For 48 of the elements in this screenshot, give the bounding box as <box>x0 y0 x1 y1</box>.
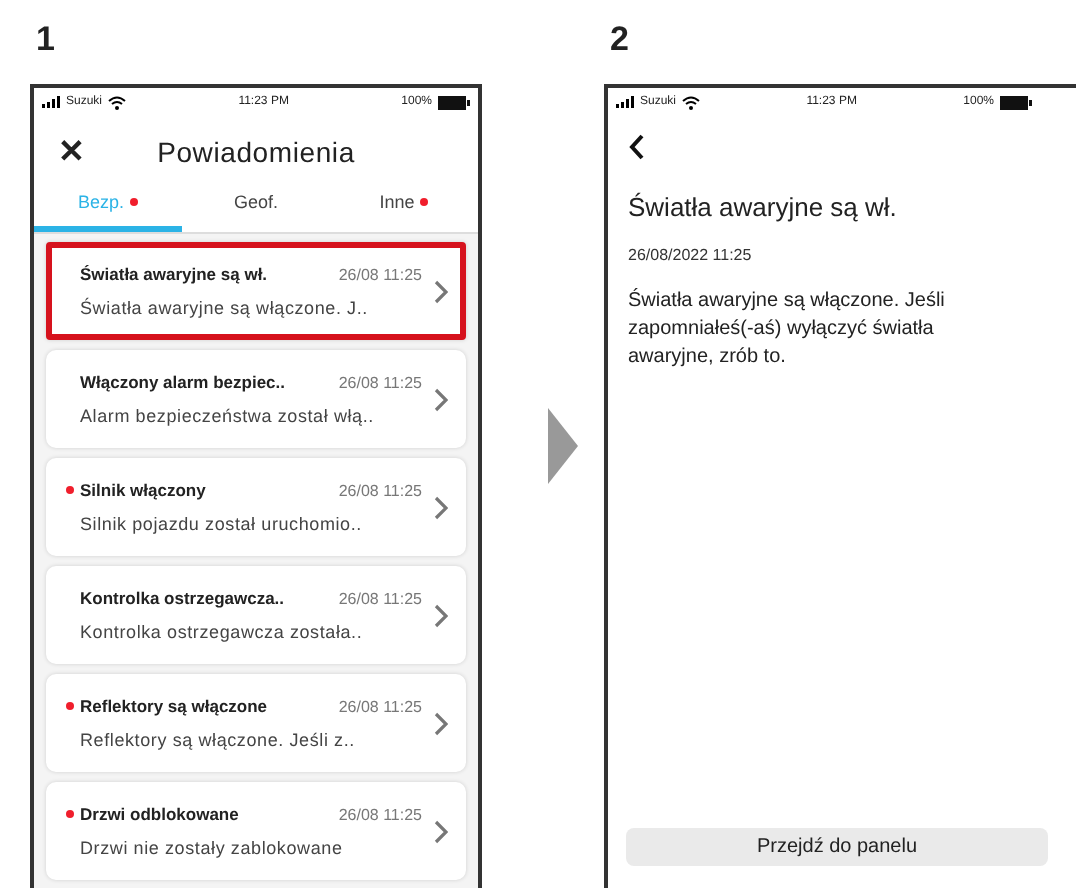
notification-preview: Alarm bezpieczeństwa został włą.. <box>78 404 376 426</box>
chevron-right-icon <box>434 819 448 843</box>
notification-preview: Silnik pojazdu został uruchomio.. <box>78 512 364 534</box>
chevron-right-icon <box>434 603 448 627</box>
detail-body: Światła awaryjne są włączone. Jeśli zapomniałeś(-aś) wyłączyć światła awaryjne, zrób to. <box>626 286 947 372</box>
tab[interactable]: Inne <box>330 182 478 232</box>
back-button[interactable] <box>628 134 644 160</box>
chevron-right-icon <box>434 711 448 735</box>
step-number: 2 <box>608 18 629 62</box>
chevron-right-icon <box>434 495 448 519</box>
notification-time: 26/08 11:25 <box>336 697 422 715</box>
screen-title: Powiadomienia <box>155 136 357 168</box>
notification-title: Reflektory są włączone <box>80 696 270 716</box>
notification-preview: Światła awaryjne są włączone. J.. <box>78 295 370 318</box>
notification-card[interactable]: Reflektory są włączone 26/08 11:25 Reflektory są włączone. Jeśli z.. <box>46 674 466 772</box>
chevron-right-icon <box>434 279 448 303</box>
notification-preview: Drzwi nie zostały zablokowane <box>78 836 345 858</box>
battery-icon <box>438 95 470 109</box>
notification-title: Włączony alarm bezpiec.. <box>80 372 288 392</box>
tab[interactable]: Geof. <box>182 182 330 232</box>
wifi-icon <box>108 95 127 109</box>
notification-card[interactable]: Kontrolka ostrzegawcza.. 26/08 11:25 Kontrolka ostrzegawcza została.. <box>46 566 466 664</box>
signal-icon <box>42 96 60 108</box>
notification-title: Światła awaryjne są wł. <box>80 264 270 284</box>
notification-title: Drzwi odblokowane <box>80 804 241 824</box>
notification-title: Silnik włączony <box>80 480 208 500</box>
arrow-right-icon <box>548 408 578 484</box>
step-number: 1 <box>34 18 55 62</box>
notification-time: 26/08 11:25 <box>336 805 422 823</box>
notification-title: Kontrolka ostrzegawcza.. <box>80 588 287 608</box>
notification-preview: Kontrolka ostrzegawcza została.. <box>78 620 365 642</box>
notification-card[interactable]: Drzwi odblokowane 26/08 11:25 Drzwi nie zostały zablokowane <box>46 782 466 880</box>
battery-icon <box>1000 95 1032 109</box>
notification-time: 26/08 11:25 <box>336 481 422 499</box>
notification-card[interactable]: Włączony alarm bezpiec.. 26/08 11:25 Alarm bezpieczeństwa został włą.. <box>46 350 466 448</box>
notification-card[interactable]: Silnik włączony 26/08 11:25 Silnik pojazdu został uruchomio.. <box>46 458 466 556</box>
chevron-right-icon <box>434 387 448 411</box>
notification-preview: Reflektory są włączone. Jeśli z.. <box>78 728 357 750</box>
notification-time: 26/08 11:25 <box>336 589 422 607</box>
detail-title: Światła awaryjne są wł. <box>626 190 899 222</box>
close-button[interactable]: ✕ <box>58 132 102 172</box>
dashboard-button[interactable]: Przejdź do panelu <box>626 828 1048 866</box>
notification-time: 26/08 11:25 <box>336 265 422 283</box>
notification-card[interactable]: Światła awaryjne są wł. 26/08 11:25 Światła awaryjne są włączone. J.. <box>46 242 466 340</box>
detail-date: 26/08/2022 11:25 <box>626 244 754 264</box>
notification-time: 26/08 11:25 <box>336 373 422 391</box>
wifi-icon <box>682 95 701 109</box>
signal-icon <box>616 96 634 108</box>
